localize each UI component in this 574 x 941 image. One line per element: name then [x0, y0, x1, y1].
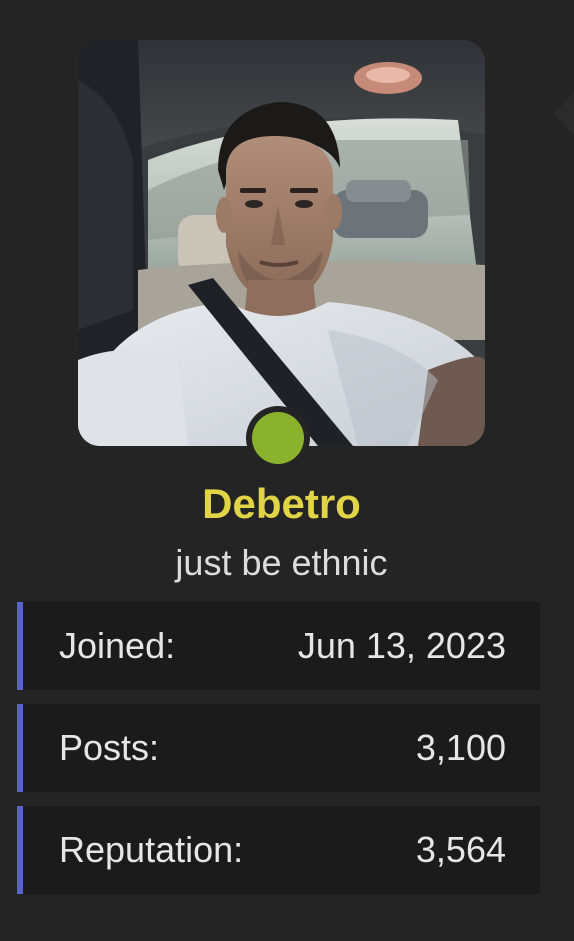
member-stats: Joined: Jun 13, 2023 Posts: 3,100 Reputa… [17, 602, 540, 908]
stat-value: 3,564 [415, 829, 506, 870]
stat-row-joined: Joined: Jun 13, 2023 [17, 602, 540, 690]
avatar[interactable] [78, 40, 485, 446]
online-status-indicator [252, 412, 304, 464]
stat-row-posts: Posts: 3,100 [17, 704, 540, 792]
member-profile-card: Debetro just be ethnic Joined: Jun 13, 2… [0, 0, 574, 941]
stat-value[interactable]: 3,100 [416, 704, 506, 792]
username[interactable]: Debetro [0, 476, 563, 532]
stat-row-reputation: Reputation: 3,564 [17, 806, 540, 894]
card-pointer [554, 92, 574, 136]
user-title: just be ethnic [175, 542, 388, 583]
stat-value: Jun 13, 2023 [297, 625, 506, 666]
stat-label: Reputation: [59, 829, 244, 870]
stat-label: Joined: [59, 625, 176, 666]
avatar-photo [78, 40, 485, 446]
stat-label: Posts: [59, 727, 160, 768]
